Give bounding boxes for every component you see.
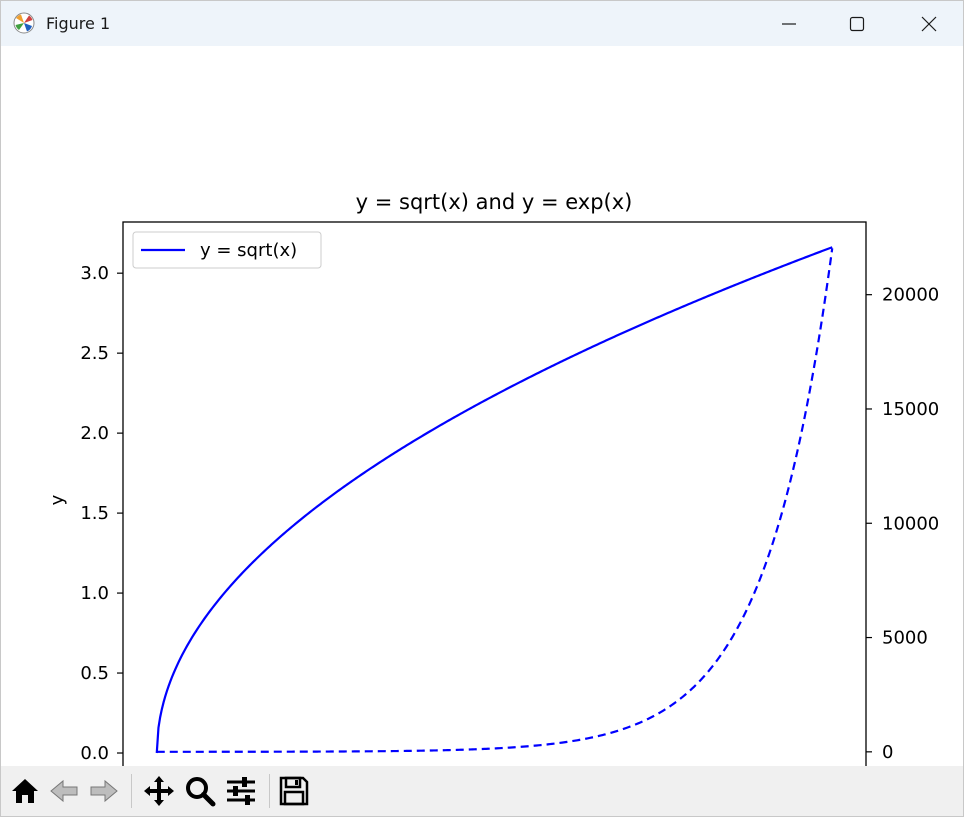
configure-subplots-button[interactable]: [224, 774, 258, 808]
figure-window: Figure 1 y = sqrt(x) and y = exp(x) 0246…: [0, 0, 964, 817]
y-tick-label: 1.5: [80, 503, 109, 524]
maximize-icon: [849, 16, 865, 31]
floppy-disk-icon: [279, 776, 309, 806]
y2-axis-ticks: 0 5000 10000 15000 20000: [866, 285, 939, 763]
matplotlib-app-icon: [13, 12, 35, 34]
y2-tick-label: 20000: [882, 285, 939, 306]
toolbar-separator: [131, 774, 132, 808]
minimize-button[interactable]: [755, 1, 823, 46]
toolbar-separator: [269, 774, 270, 808]
chart-title: y = sqrt(x) and y = exp(x): [356, 190, 633, 214]
magnifier-icon: [186, 777, 216, 807]
y-tick-label: 2.0: [80, 423, 109, 444]
title-bar[interactable]: Figure 1: [1, 1, 963, 46]
pan-button[interactable]: [142, 774, 176, 808]
close-icon: [921, 16, 937, 31]
y-tick-label: 2.5: [80, 343, 109, 364]
home-icon: [12, 779, 38, 803]
legend-label-sqrt: y = sqrt(x): [200, 240, 297, 261]
save-button[interactable]: [277, 774, 311, 808]
series-line-sqrt: [155, 246, 833, 754]
plot-lines: [155, 246, 834, 754]
move-icon: [144, 776, 174, 806]
axes-frame: [122, 221, 867, 778]
y2-tick-label: 0: [882, 742, 893, 763]
y2-tick-label: 10000: [882, 513, 939, 534]
y-tick-label: 0.5: [80, 663, 109, 684]
maximize-button[interactable]: [823, 1, 891, 46]
back-button[interactable]: [47, 774, 81, 808]
figure-canvas[interactable]: y = sqrt(x) and y = exp(x) 0246810 0.00.…: [1, 46, 963, 812]
y-tick-label: 3.0: [80, 263, 109, 284]
minimize-icon: [782, 22, 796, 25]
home-button[interactable]: [8, 774, 42, 808]
arrow-left-icon: [50, 779, 78, 803]
forward-button[interactable]: [87, 774, 121, 808]
navigation-toolbar: [1, 766, 963, 816]
zoom-button[interactable]: [183, 774, 217, 808]
y-tick-label: 1.0: [80, 583, 109, 604]
legend: y = sqrt(x): [132, 231, 322, 269]
close-button[interactable]: [895, 1, 963, 46]
arrow-right-icon: [90, 779, 118, 803]
sliders-icon: [227, 777, 255, 805]
chart-svg: y = sqrt(x) and y = exp(x) 0246810 0.00.…: [47, 190, 939, 812]
y-tick-label: 0.0: [80, 743, 109, 764]
y-axis-ticks: 0.0 0.5 1.0 1.5 2.0 2.5 3.0: [80, 263, 123, 764]
y2-tick-label: 15000: [882, 399, 939, 420]
y-axis-label: y: [47, 494, 68, 505]
series-line-exp: [156, 248, 834, 753]
window-title: Figure 1: [46, 14, 111, 33]
y2-tick-label: 5000: [882, 628, 928, 649]
